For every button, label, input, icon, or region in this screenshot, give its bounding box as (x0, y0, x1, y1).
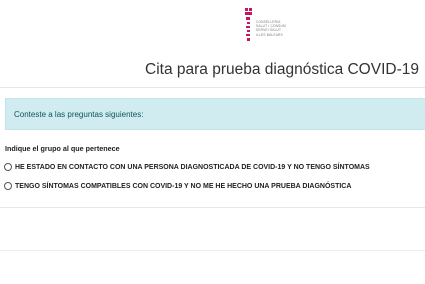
group-option-label[interactable]: HE ESTADO EN CONTACTO CON UNA PERSONA DI… (15, 164, 370, 171)
emblem-icon (245, 8, 252, 41)
divider (0, 87, 425, 88)
logo-line: ILLES BALEARS (256, 32, 283, 37)
divider (0, 250, 425, 251)
info-alert: Conteste a las preguntas siguientes: (5, 98, 425, 130)
radio-button[interactable] (4, 182, 12, 190)
page-title: Cita para prueba diagnóstica COVID-19 (145, 61, 419, 78)
group-option-symptoms[interactable]: TENGO SÍNTOMAS COMPATIBLES CON COVID-19 … (4, 182, 351, 190)
group-question-label: Indique el grupo al que pertenece (5, 144, 120, 153)
group-option-label[interactable]: TENGO SÍNTOMAS COMPATIBLES CON COVID-19 … (15, 183, 351, 190)
radio-button[interactable] (4, 163, 12, 171)
info-alert-text: Conteste a las preguntas siguientes: (14, 110, 144, 119)
govern-logo: CONSELLERIA SALUT I CONSUM SERVEI SALUT … (244, 8, 324, 48)
divider (0, 207, 425, 208)
logo-caption: CONSELLERIA SALUT I CONSUM SERVEI SALUT … (256, 20, 326, 37)
group-option-contact[interactable]: HE ESTADO EN CONTACTO CON UNA PERSONA DI… (4, 163, 370, 171)
